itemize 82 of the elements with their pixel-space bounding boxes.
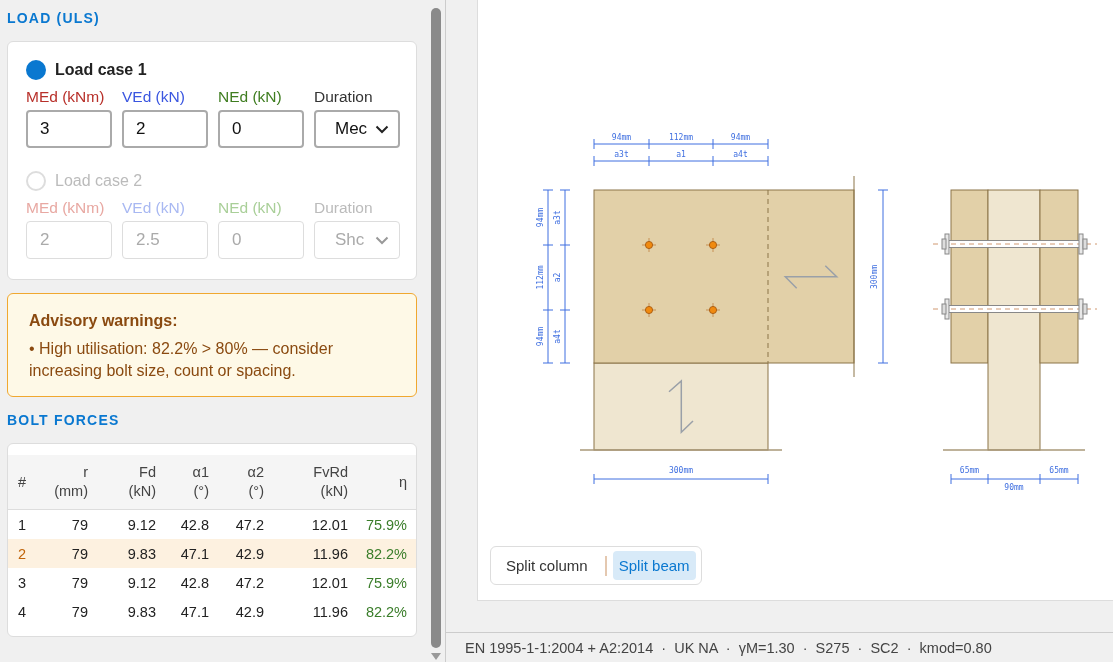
table-cell: 1 [8,509,52,539]
dimension-label: a1 [676,150,686,159]
input-field[interactable]: 3 [26,110,112,148]
table-cell: 79 [52,509,97,539]
table-cell: 75.9% [357,568,416,597]
load-case-label: Load case 1 [55,61,147,79]
dimension-label: 300mm [870,264,879,290]
table-cell: 79 [52,568,97,597]
table-cell-text: 82.2% [364,602,408,622]
table-cell-text: 4 [17,602,28,622]
column-header: # [8,455,52,510]
table-cell-text: 47.1 [179,602,210,622]
load-case-label: Load case 2 [55,172,143,190]
table-cell: 2 [8,539,52,568]
field-label: VEd (kN) [122,87,185,106]
table-cell-text: 42.9 [234,602,265,622]
field-label: VEd (kN) [122,198,185,217]
dimension-label: 94mm [730,133,751,142]
radio-button[interactable] [26,60,46,80]
field-label: NEd (kN) [218,198,282,217]
chevron-down-icon [375,124,389,134]
section-heading: LOAD (ULS) [7,10,100,27]
toggle-option[interactable]: Split column [495,551,599,580]
field-label: Duration [314,198,373,217]
table-cell: 42.8 [165,568,218,597]
dimension-label: a4t [733,150,748,159]
dimension-label: 65mm [959,466,980,475]
dimension-label: 65mm [1049,466,1069,475]
column-header: Fd (kN) [97,455,165,510]
column-header: η [357,455,416,510]
table-cell: 42.8 [165,509,218,539]
field-label: MEd (kNm) [26,87,105,106]
warning-text: • High utilisation: 82.2% > 80% — consider increasing bolt size, count or spacing. [29,339,334,381]
field-label: MEd (kNm) [26,198,105,217]
toggle-option[interactable]: Split beam [612,551,696,580]
bolt-icon [705,302,721,318]
table-cell-text: 9.83 [126,602,157,622]
dimension-label: a3t [553,210,562,225]
column-header: FvRd (kN) [273,455,357,510]
table-cell: 12.01 [273,568,357,597]
column-header: α2 (°) [218,455,273,510]
scroll-down-icon[interactable] [431,653,441,660]
dimension-label: 90mm [1004,483,1024,492]
table-cell: 42.9 [218,539,273,568]
dimension-label: 300mm [668,466,694,475]
dimension-label: 94mm [536,326,545,347]
dimension-label: 112mm [668,133,694,142]
bolt-icon [641,302,657,318]
dimension-label: 112mm [536,265,545,290]
bolt-icon [641,237,657,253]
warning-title: Advisory warnings: [29,312,178,331]
chevron-down-icon [375,235,389,245]
dimension-label: 94mm [536,207,545,228]
table-cell: 11.96 [273,539,357,568]
dimension-label: a3t [614,150,629,159]
section-heading: BOLT FORCES [7,412,120,429]
table-cell: 12.01 [273,509,357,539]
table-cell: 3 [8,568,52,597]
table-cell: 79 [52,539,97,568]
input-field[interactable]: 2 [122,110,208,148]
input-field[interactable]: 0 [218,110,304,148]
table-cell: 9.12 [97,568,165,597]
bolt-icon [705,237,721,253]
dimension-label: a2 [553,272,562,283]
table-cell: 47.2 [218,568,273,597]
field-label: NEd (kN) [218,87,282,106]
table-cell: 82.2% [357,539,416,568]
dimension-label: a4t [553,329,562,344]
table-cell: 9.83 [97,539,165,568]
status-text: EN 1995-1-1:2004 + A2:2014 · UK NA · γM=1.30 · S275 · SC2 · kmod=0.80 [465,639,992,656]
field-label: Duration [314,87,373,106]
table-cell: 9.12 [97,509,165,539]
table-cell-text: 11.96 [311,602,349,622]
dimension-label: 94mm [611,133,632,142]
table-cell: 47.1 [165,539,218,568]
column-header: α1 (°) [165,455,218,510]
duration-select[interactable]: Mec [314,110,400,148]
table-cell-text: 79 [70,602,89,622]
column-header: r (mm) [52,455,97,510]
scrollbar-thumb[interactable] [431,8,441,648]
table-cell: 47.2 [218,509,273,539]
table-cell: 75.9% [357,509,416,539]
